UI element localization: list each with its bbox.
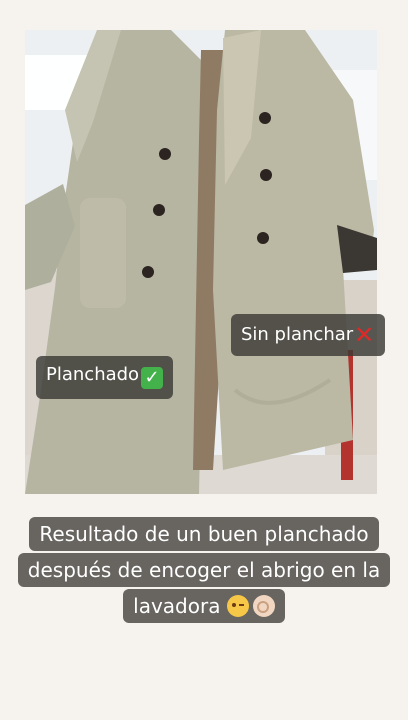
caption-line-2: después de encoger el abrigo en la <box>12 552 396 588</box>
story-caption: Resultado de un buen planchado después d… <box>12 516 396 624</box>
white-check-mark-icon: ✓ <box>141 367 164 389</box>
caption-line-3: lavadora <box>12 588 396 624</box>
caption-text-3-wrapper: lavadora <box>123 589 285 623</box>
story-canvas: Planchado ✓ Sin planchar✕ Resultado de un… <box>0 0 408 720</box>
ironed-label-text: Planchado <box>46 364 140 385</box>
caption-line-1: Resultado de un buen planchado <box>12 516 396 552</box>
not-ironed-label-text: Sin planchar <box>241 324 354 345</box>
caption-text-2: después de encoger el abrigo en la <box>17 553 391 587</box>
red-cross-icon: ✕ <box>354 321 375 349</box>
winking-face-icon <box>226 595 249 617</box>
caption-text-3: lavadora <box>133 594 221 618</box>
not-ironed-label: Sin planchar✕ <box>231 314 386 356</box>
ok-hand-icon <box>252 595 275 617</box>
ironed-label: Planchado ✓ <box>36 356 174 399</box>
caption-text-1: Resultado de un buen planchado <box>29 517 379 551</box>
coat-photo <box>25 30 377 494</box>
